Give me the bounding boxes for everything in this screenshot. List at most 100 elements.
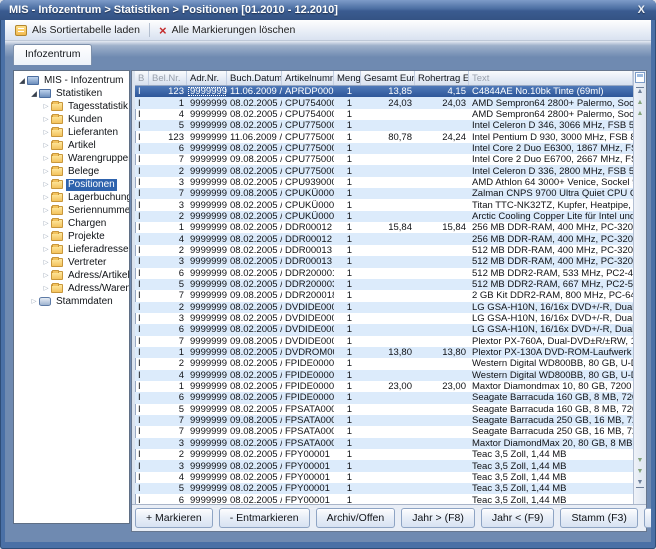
table-row[interactable]: I69999999908.02.2005 /DiCPU775000111Inte… <box>135 143 633 154</box>
tree-item-seriennummern[interactable]: ▷Seriennummern <box>14 204 129 217</box>
tree-collapsed-icon[interactable]: ▷ <box>41 191 51 204</box>
table-row[interactable]: I79999999909.08.2005 /DiCPUKÜ000051Zalma… <box>135 188 633 199</box>
table-row[interactable]: I69999999908.02.2005 /DiDVDIDE000051LG G… <box>135 324 633 335</box>
column-header-menge[interactable]: Menge <box>334 71 361 85</box>
scroll-up-icon[interactable]: ▲ <box>634 99 646 107</box>
tree-item-adress-artikel[interactable]: ▷Adress/Artikel <box>14 269 129 282</box>
tree-item-lagerbuchungen[interactable]: ▷Lagerbuchungen <box>14 191 129 204</box>
column-header-gesamt-euro[interactable]: Gesamt Euro <box>361 71 415 85</box>
table-row[interactable]: I79999999909.08.2005 /DiCPU775000141Inte… <box>135 154 633 165</box>
tree-collapsed-icon[interactable]: ▷ <box>41 139 51 152</box>
table-row[interactable]: I29999999908.02.2005 /DiCPU775000191Inte… <box>135 165 633 176</box>
table-row[interactable]: I29999999908.02.2005 /DiFPY000011Teac 3,… <box>135 449 633 460</box>
table-row[interactable]: I79999999909.08.2005 /DiFPSATA000091Seag… <box>135 415 633 426</box>
tab-infozentrum[interactable]: Infozentrum <box>13 44 92 65</box>
table-row[interactable]: I39999999908.02.2005 /DiFPSATA000111Maxt… <box>135 438 633 449</box>
scroll-to-top-icon[interactable]: ▲ <box>636 87 644 96</box>
table-row[interactable]: I69999999908.02.2005 /DiDDR2000011512 MB… <box>135 268 633 279</box>
table-row[interactable]: I49999999908.02.2005 /DiFPIDE000011Weste… <box>135 370 633 381</box>
scroll-down-icon[interactable]: ▼ <box>634 468 646 476</box>
table-row[interactable]: I59999999908.02.2005 /DiFPSATA000011Seag… <box>135 404 633 415</box>
tree-item-warengruppen[interactable]: ▷Warengruppen <box>14 152 129 165</box>
action-button-jahr-f8[interactable]: Jahr > (F8) <box>401 508 475 528</box>
tree-item-artikel[interactable]: ▷Artikel <box>14 139 129 152</box>
table-row[interactable]: I39999999908.02.2005 /DiFPY000011Teac 3,… <box>135 460 633 471</box>
tree-collapsed-icon[interactable]: ▷ <box>29 295 39 308</box>
action-button-druck-f4[interactable]: Druck (F4) <box>644 508 651 528</box>
action-button-archiv-offen[interactable]: Archiv/Offen <box>316 508 396 528</box>
tree-item-stammdaten[interactable]: ▷Stammdaten <box>14 295 129 308</box>
load-as-sort-table-button[interactable]: Als Sortiertabelle laden <box>9 21 146 39</box>
table-row[interactable]: I79999999909.08.2005 /DiDDR20001812 GB K… <box>135 290 633 301</box>
column-header-adr-nr[interactable]: Adr.Nr. <box>187 71 227 85</box>
action-button-jahr-f9[interactable]: Jahr < (F9) <box>481 508 555 528</box>
column-header-rohertrag-euro[interactable]: Rohertrag Euro <box>415 71 469 85</box>
tree-item-tagesstatistik[interactable]: ▷Tagesstatistik <box>14 100 129 113</box>
tree-collapsed-icon[interactable]: ▷ <box>41 256 51 269</box>
table-row[interactable]: I79999999909.08.2005 /DiFPSATA000091Seag… <box>135 426 633 437</box>
column-header-bel-nr[interactable]: Bel.Nr. <box>149 71 187 85</box>
table-row[interactable]: I19999999908.02.2005 /DiDDR00012115,8415… <box>135 222 633 233</box>
table-row[interactable]: I59999999908.02.2005 /DiCPU775000051Inte… <box>135 120 633 131</box>
column-chooser-icon[interactable] <box>635 72 645 83</box>
table-row[interactable]: I49999999908.02.2005 /DiCPU754000031AMD … <box>135 109 633 120</box>
tree-collapsed-icon[interactable]: ▷ <box>41 217 51 230</box>
tree-collapsed-icon[interactable]: ▷ <box>41 282 51 295</box>
tree-collapsed-icon[interactable]: ▷ <box>41 178 51 191</box>
tree-collapsed-icon[interactable]: ▷ <box>41 152 51 165</box>
table-row[interactable]: I49999999908.02.2005 /DiFPY000011Teac 3,… <box>135 472 633 483</box>
table-row[interactable]: I19999999908.02.2005 /DiDVDROM00001113,8… <box>135 347 633 358</box>
tree-collapsed-icon[interactable]: ▷ <box>41 269 51 282</box>
tree-item-statistiken[interactable]: ◢Statistiken <box>14 87 129 100</box>
tree-collapsed-icon[interactable]: ▷ <box>41 230 51 243</box>
table-row[interactable]: I29999999908.02.2005 /DiFPIDE000011Weste… <box>135 358 633 369</box>
tree-item-lieferanten[interactable]: ▷Lieferanten <box>14 126 129 139</box>
tree-item-projekte[interactable]: ▷Projekte <box>14 230 129 243</box>
table-row[interactable]: I39999999908.02.2005 /DiCPU939000021AMD … <box>135 177 633 188</box>
table-row[interactable]: I39999999908.02.2005 /DiDDR000131512 MB … <box>135 256 633 267</box>
tree-item-kunden[interactable]: ▷Kunden <box>14 113 129 126</box>
action-button-entmarkieren[interactable]: - Entmarkieren <box>219 508 310 528</box>
grid-scrollbar[interactable]: ▲ ▲ ▲ ▼ ▼ ▼ <box>633 71 646 504</box>
table-row[interactable]: I1239999999911.06.2009 /DoCPU77500007180… <box>135 131 633 142</box>
column-header-text[interactable]: Text <box>469 71 633 85</box>
tree-collapsed-icon[interactable]: ▷ <box>41 126 51 139</box>
tree-item-positionen[interactable]: ▷Positionen <box>14 178 129 191</box>
tree-item-vertreter[interactable]: ▷Vertreter <box>14 256 129 269</box>
table-row[interactable]: I39999999908.02.2005 /DiCPUKÜ000101Titan… <box>135 199 633 210</box>
table-row[interactable]: I29999999908.02.2005 /DiDVDIDE000051LG G… <box>135 302 633 313</box>
action-button-stamm-f3[interactable]: Stamm (F3) <box>560 508 637 528</box>
tree-collapsed-icon[interactable]: ▷ <box>41 165 51 178</box>
tree-expanded-icon[interactable]: ◢ <box>17 74 27 87</box>
column-header-b[interactable]: B <box>135 71 149 85</box>
scroll-down-page-icon[interactable]: ▼ <box>634 457 646 465</box>
table-row[interactable]: I69999999908.02.2005 /DiFPIDE000081Seaga… <box>135 392 633 403</box>
table-row[interactable]: I69999999908.02.2005 /DiFPY000011Teac 3,… <box>135 494 633 504</box>
table-row[interactable]: I29999999908.02.2005 /DiDDR000131512 MB … <box>135 245 633 256</box>
clear-marks-button[interactable]: × Alle Markierungen löschen <box>153 21 301 39</box>
action-button-markieren[interactable]: + Markieren <box>135 508 213 528</box>
tree-expanded-icon[interactable]: ◢ <box>29 87 39 100</box>
table-row[interactable]: I59999999908.02.2005 /DiFPY000011Teac 3,… <box>135 483 633 494</box>
table-row-selected[interactable]: I123999999911.06.2009 /DoAPRDP00004113,8… <box>135 86 633 97</box>
scroll-up-page-icon[interactable]: ▲ <box>634 110 646 118</box>
tree-item-lieferadressen[interactable]: ▷Lieferadressen <box>14 243 129 256</box>
tree-item-mis-infozentrum[interactable]: ◢MIS - Infozentrum <box>14 74 129 87</box>
close-button[interactable]: X <box>636 4 647 16</box>
scroll-to-bottom-icon[interactable]: ▼ <box>636 479 644 488</box>
table-row[interactable]: I19999999908.02.2005 /DiFPIDE00005123,00… <box>135 381 633 392</box>
tree-collapsed-icon[interactable]: ▷ <box>41 204 51 217</box>
tree-collapsed-icon[interactable]: ▷ <box>41 100 51 113</box>
table-row[interactable]: I79999999909.08.2005 /DiDVDIDE000161Plex… <box>135 336 633 347</box>
tree-item-belege[interactable]: ▷Belege <box>14 165 129 178</box>
tree-collapsed-icon[interactable]: ▷ <box>41 113 51 126</box>
table-row[interactable]: I59999999908.02.2005 /DiDDR2000031512 MB… <box>135 279 633 290</box>
table-row[interactable]: I39999999908.02.2005 /DiDVDIDE000051LG G… <box>135 313 633 324</box>
tree-item-chargen[interactable]: ▷Chargen <box>14 217 129 230</box>
column-header-buch-datum[interactable]: Buch.Datum <box>227 71 282 85</box>
column-header-artikelnummer[interactable]: Artikelnummer <box>282 71 334 85</box>
tree-collapsed-icon[interactable]: ▷ <box>41 243 51 256</box>
table-row[interactable]: I29999999908.02.2005 /DiCPUKÜ000151Arcti… <box>135 211 633 222</box>
table-row[interactable]: I19999999908.02.2005 /DiCPU75400001124,0… <box>135 97 633 108</box>
tree-item-adress-warengruppen[interactable]: ▷Adress/Warengruppen <box>14 282 129 295</box>
